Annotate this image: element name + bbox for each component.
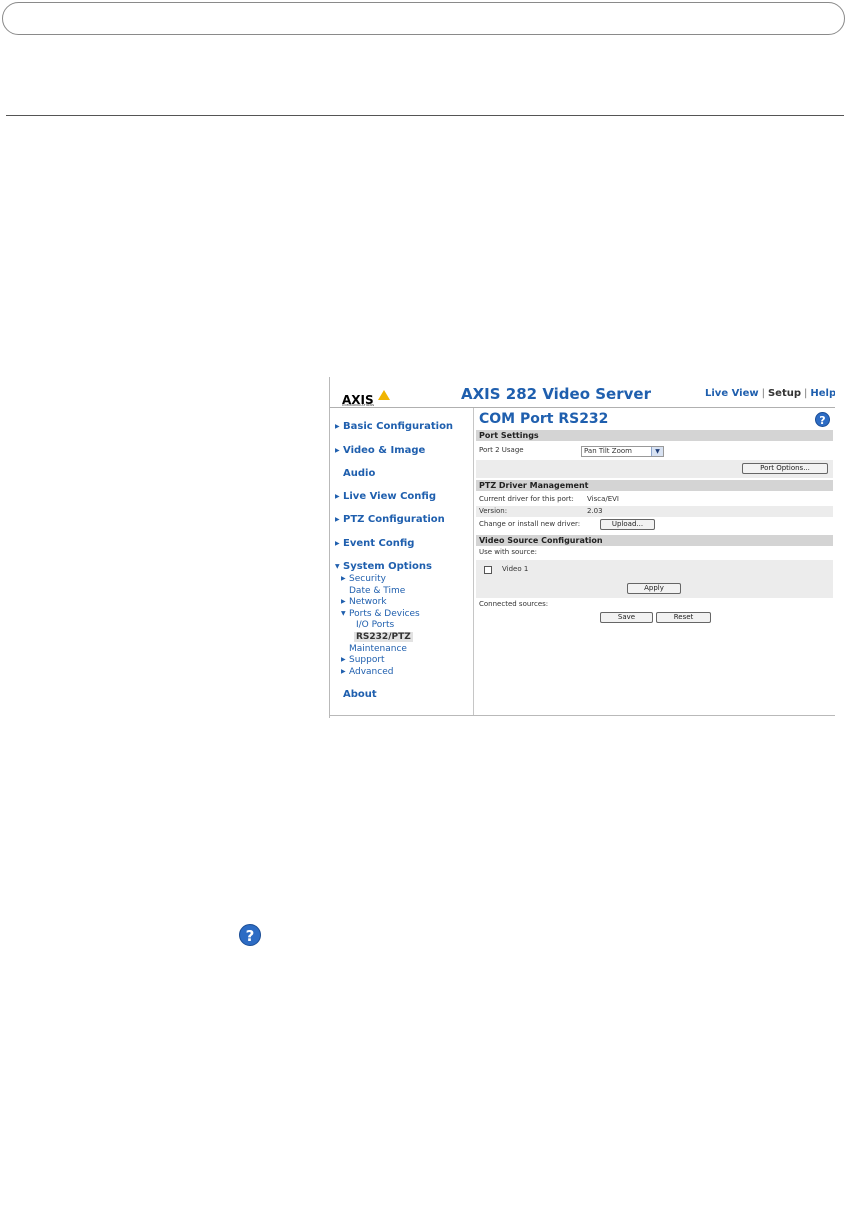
nav-label: Audio — [343, 468, 376, 479]
nav-label: Live View Config — [343, 491, 436, 502]
arrow-right-icon: ▶ — [341, 598, 346, 605]
nav-network[interactable]: ▶ Network — [341, 597, 387, 607]
nav-about[interactable]: About — [335, 689, 377, 700]
nav-security[interactable]: ▶ Security — [341, 574, 386, 584]
arrow-right-icon: ▶ — [341, 668, 346, 675]
nav-label: Ports & Devices — [349, 609, 420, 619]
nav-label: Support — [349, 655, 385, 665]
nav-label: Basic Configuration — [343, 421, 454, 432]
nav-ports-devices[interactable]: ▼ Ports & Devices — [341, 609, 420, 619]
nav-advanced[interactable]: ▶ Advanced — [341, 667, 393, 677]
header-rule — [6, 115, 844, 116]
logo-triangle-icon — [378, 390, 390, 400]
arrow-right-icon: ▶ — [341, 575, 346, 582]
nav-ptz-configuration[interactable]: ▶ PTZ Configuration — [335, 514, 445, 525]
link-separator: | — [761, 388, 765, 399]
nav-system-options[interactable]: ▼ System Options — [335, 561, 432, 572]
section-ptz-driver: PTZ Driver Management — [476, 480, 833, 491]
link-separator: | — [804, 388, 808, 399]
arrow-right-icon: ▶ — [341, 656, 346, 663]
upload-button[interactable]: Upload... — [600, 519, 655, 530]
arrow-right-icon: ▶ — [335, 540, 340, 547]
nav-rs232-ptz[interactable]: RS232/PTZ — [354, 632, 413, 642]
nav-date-time[interactable]: Date & Time — [349, 586, 405, 596]
sidebar-nav: ▶ Basic Configuration ▶ Video & Image Audi… — [330, 408, 474, 715]
reset-button[interactable]: Reset — [656, 612, 711, 623]
chevron-down-icon: ▼ — [651, 447, 663, 456]
product-title: AXIS 282 Video Server — [461, 385, 651, 403]
main-content: COM Port RS232 ? Port Settings Port 2 Us… — [474, 408, 835, 715]
page-header-bar — [2, 2, 845, 35]
nav-audio[interactable]: Audio — [335, 468, 375, 479]
port-options-button[interactable]: Port Options... — [742, 463, 828, 474]
use-with-source-label: Use with source: — [479, 548, 537, 556]
arrow-right-icon: ▶ — [335, 516, 340, 523]
current-driver-value: Visca/EVI — [587, 495, 619, 503]
port2-usage-select[interactable]: Pan Tilt Zoom ▼ — [581, 446, 664, 457]
nav-label: Video & Image — [343, 445, 426, 456]
page-title: COM Port RS232 — [479, 411, 609, 427]
apply-button[interactable]: Apply — [627, 583, 681, 594]
arrow-right-icon: ▶ — [335, 493, 340, 500]
nav-label: System Options — [343, 561, 432, 572]
live-view-link[interactable]: Live View — [705, 388, 759, 399]
axis-logo[interactable]: AXIS COMMUNICATIONS — [342, 389, 390, 407]
frame-border — [329, 715, 835, 716]
arrow-right-icon: ▶ — [335, 447, 340, 454]
nav-io-ports[interactable]: I/O Ports — [356, 620, 394, 630]
arrow-down-icon: ▼ — [335, 563, 340, 570]
setup-screenshot: AXIS COMMUNICATIONS AXIS 282 Video Serve… — [329, 377, 835, 718]
nav-label: PTZ Configuration — [343, 514, 445, 525]
nav-event-config[interactable]: ▶ Event Config — [335, 538, 414, 549]
help-link[interactable]: Help — [810, 388, 835, 399]
arrow-down-icon: ▼ — [341, 610, 346, 617]
app-header: AXIS COMMUNICATIONS AXIS 282 Video Serve… — [330, 377, 835, 407]
setup-link[interactable]: Setup — [768, 388, 801, 399]
save-button[interactable]: Save — [600, 612, 653, 623]
arrow-right-icon: ▶ — [335, 423, 340, 430]
nav-label: About — [343, 689, 377, 700]
section-video-source: Video Source Configuration — [476, 535, 833, 546]
connected-sources-label: Connected sources: — [479, 600, 549, 608]
nav-support[interactable]: ▶ Support — [341, 655, 385, 665]
nav-label: Advanced — [349, 667, 394, 677]
nav-label: Event Config — [343, 538, 415, 549]
current-driver-label: Current driver for this port: — [479, 495, 574, 503]
video1-label: Video 1 — [502, 565, 529, 573]
section-port-settings: Port Settings — [476, 430, 833, 441]
help-icon: ? — [239, 924, 261, 946]
nav-video-image[interactable]: ▶ Video & Image — [335, 445, 425, 456]
video1-checkbox[interactable] — [484, 566, 492, 574]
version-label: Version: — [476, 506, 833, 517]
version-value: 2.03 — [587, 507, 603, 515]
port2-usage-value: Pan Tilt Zoom — [584, 447, 632, 455]
nav-label: Network — [349, 597, 387, 607]
top-links: Live View | Setup | Help — [705, 388, 835, 399]
nav-maintenance[interactable]: Maintenance — [349, 644, 407, 654]
nav-live-view-config[interactable]: ▶ Live View Config — [335, 491, 436, 502]
nav-basic-configuration[interactable]: ▶ Basic Configuration — [335, 421, 453, 432]
help-icon[interactable]: ? — [815, 412, 830, 427]
nav-label: Security — [349, 574, 386, 584]
